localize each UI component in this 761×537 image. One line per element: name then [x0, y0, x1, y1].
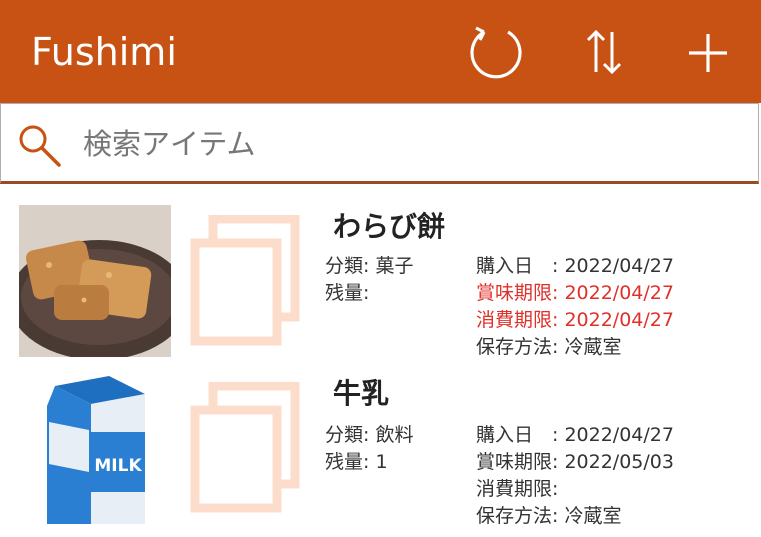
item-purchase-date: 購入日 : 2022/04/27 — [476, 424, 674, 446]
item-name: わらび餅 — [333, 210, 446, 243]
refresh-icon — [470, 26, 522, 79]
search-icon — [19, 125, 61, 167]
list-item[interactable]: わらび餅 分類: 菓子 残量: 購入日 : 2022/04/27 賞味期限: 2… — [0, 205, 761, 370]
copy-icon[interactable] — [187, 215, 307, 355]
item-best-before: 賞味期限: 2022/04/27 — [476, 282, 674, 304]
item-quantity: 残量: 1 — [325, 451, 388, 473]
item-category: 分類: 菓子 — [325, 255, 414, 277]
item-storage: 保存方法: 冷蔵室 — [476, 336, 622, 358]
app-header: Fushimi — [0, 0, 761, 103]
item-use-by: 消費期限: 2022/04/27 — [476, 309, 674, 331]
item-purchase-date: 購入日 : 2022/04/27 — [476, 255, 674, 277]
item-best-before: 賞味期限: 2022/05/03 — [476, 451, 674, 473]
copy-icon[interactable] — [187, 382, 307, 522]
search-bar — [0, 103, 759, 184]
plus-icon — [689, 34, 727, 72]
item-name: 牛乳 — [333, 377, 390, 410]
item-category: 分類: 飲料 — [325, 424, 414, 446]
item-image-milk: MILK — [19, 372, 171, 524]
item-image-warabimochi — [19, 205, 171, 357]
refresh-button[interactable] — [466, 22, 526, 82]
sort-icon — [586, 29, 622, 75]
item-quantity: 残量: — [325, 282, 370, 304]
sort-button[interactable] — [574, 22, 634, 82]
item-storage: 保存方法: 冷蔵室 — [476, 505, 622, 527]
search-input[interactable] — [83, 122, 723, 166]
list-item[interactable]: MILK 牛乳 分類: 飲料 残量: 1 購入日 : 2022/04/27 賞味… — [0, 372, 761, 537]
app-title: Fushimi — [31, 30, 177, 74]
item-use-by: 消費期限: — [476, 478, 559, 500]
add-button[interactable] — [678, 22, 738, 82]
milk-carton-label: MILK — [94, 456, 142, 476]
